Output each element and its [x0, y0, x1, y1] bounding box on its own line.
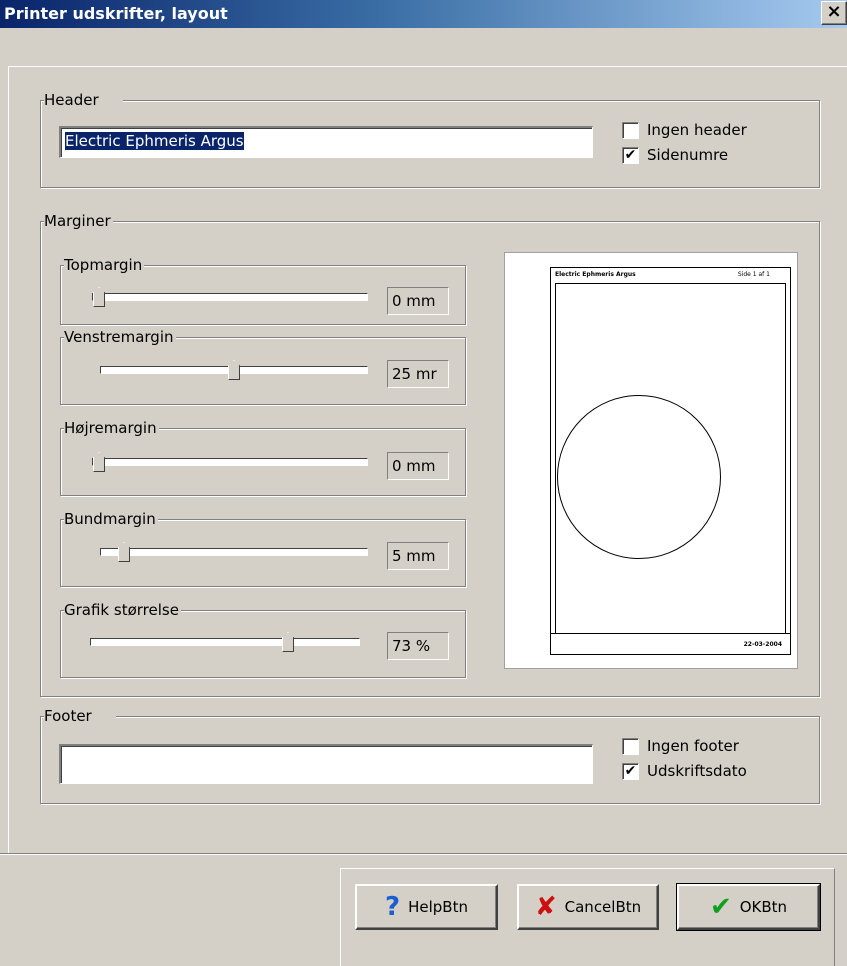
ingen-footer-checkbox-box[interactable] — [622, 737, 639, 755]
cancel-button-label: CancelBtn — [564, 898, 642, 916]
hojremargin-slider-track[interactable] — [92, 458, 368, 466]
ingen-header-label: Ingen header — [647, 121, 747, 139]
page-preview: Electric Ephmeris Argus Side 1 af 1 22-0… — [504, 252, 798, 669]
preview-page: Electric Ephmeris Argus Side 1 af 1 22-0… — [550, 267, 791, 655]
preview-footer-line — [551, 633, 790, 634]
hojremargin-label: Højremargin — [64, 419, 159, 437]
check-icon: ✔ — [709, 892, 732, 922]
udskriftsdato-label: Udskriftsdato — [647, 762, 747, 780]
question-icon: ? — [385, 892, 401, 922]
x-icon: ✘ — [534, 892, 557, 922]
title-bar: Printer udskrifter, layout × — [0, 0, 847, 28]
venstremargin-label: Venstremargin — [64, 328, 176, 346]
grafik-storrelse-label: Grafik størrelse — [64, 601, 181, 619]
preview-header-page: Side 1 af 1 — [737, 271, 770, 278]
grafik-storrelse-value: 73 % — [387, 632, 449, 660]
ingen-header-checkbox-box[interactable] — [622, 121, 639, 139]
margins-group-label: Marginer — [44, 212, 113, 230]
ok-button-label: OKBtn — [739, 898, 788, 916]
bottom-separator — [0, 853, 847, 855]
help-button[interactable]: ? HelpBtn — [355, 884, 498, 930]
venstremargin-value: 25 mr — [387, 360, 449, 388]
udskriftsdato-checkbox[interactable]: ✔ Udskriftsdato — [622, 762, 747, 780]
close-button[interactable]: × — [821, 1, 847, 25]
header-text-value: Electric Ephmeris Argus — [65, 132, 244, 150]
close-icon: × — [826, 1, 842, 22]
hojremargin-value: 0 mm — [387, 452, 449, 480]
preview-header-text: Electric Ephmeris Argus — [555, 271, 636, 278]
preview-header-line — [555, 283, 786, 284]
preview-footer-text: 22-03-2004 — [743, 641, 782, 648]
udskriftsdato-checkbox-box[interactable]: ✔ — [622, 762, 639, 780]
bundmargin-label: Bundmargin — [64, 510, 158, 528]
ingen-footer-label: Ingen footer — [647, 737, 739, 755]
preview-left-margin-line — [555, 283, 556, 634]
help-button-label: HelpBtn — [408, 898, 468, 916]
footer-group-label: Footer — [44, 707, 116, 725]
ok-button[interactable]: ✔ OKBtn — [676, 883, 821, 931]
header-text-input[interactable]: Electric Ephmeris Argus — [59, 126, 593, 158]
preview-right-margin-line — [785, 283, 786, 634]
header-group-label: Header — [44, 91, 123, 109]
sidenumre-checkbox[interactable]: ✔ Sidenumre — [622, 146, 728, 164]
window-title: Printer udskrifter, layout — [4, 4, 228, 23]
sidenumre-checkbox-box[interactable]: ✔ — [622, 146, 639, 164]
ingen-footer-checkbox[interactable]: Ingen footer — [622, 737, 739, 755]
preview-chart-circle — [557, 395, 721, 559]
topmargin-slider-track[interactable] — [92, 293, 368, 301]
bundmargin-slider-track[interactable] — [100, 548, 368, 556]
grafik-storrelse-slider-track[interactable] — [90, 638, 360, 646]
topmargin-value: 0 mm — [387, 287, 449, 315]
ingen-header-checkbox[interactable]: Ingen header — [622, 121, 747, 139]
footer-text-input[interactable] — [59, 744, 593, 784]
bundmargin-value: 5 mm — [387, 542, 449, 570]
cancel-button[interactable]: ✘ CancelBtn — [517, 884, 659, 930]
sidenumre-label: Sidenumre — [647, 146, 729, 164]
topmargin-label: Topmargin — [64, 256, 145, 274]
